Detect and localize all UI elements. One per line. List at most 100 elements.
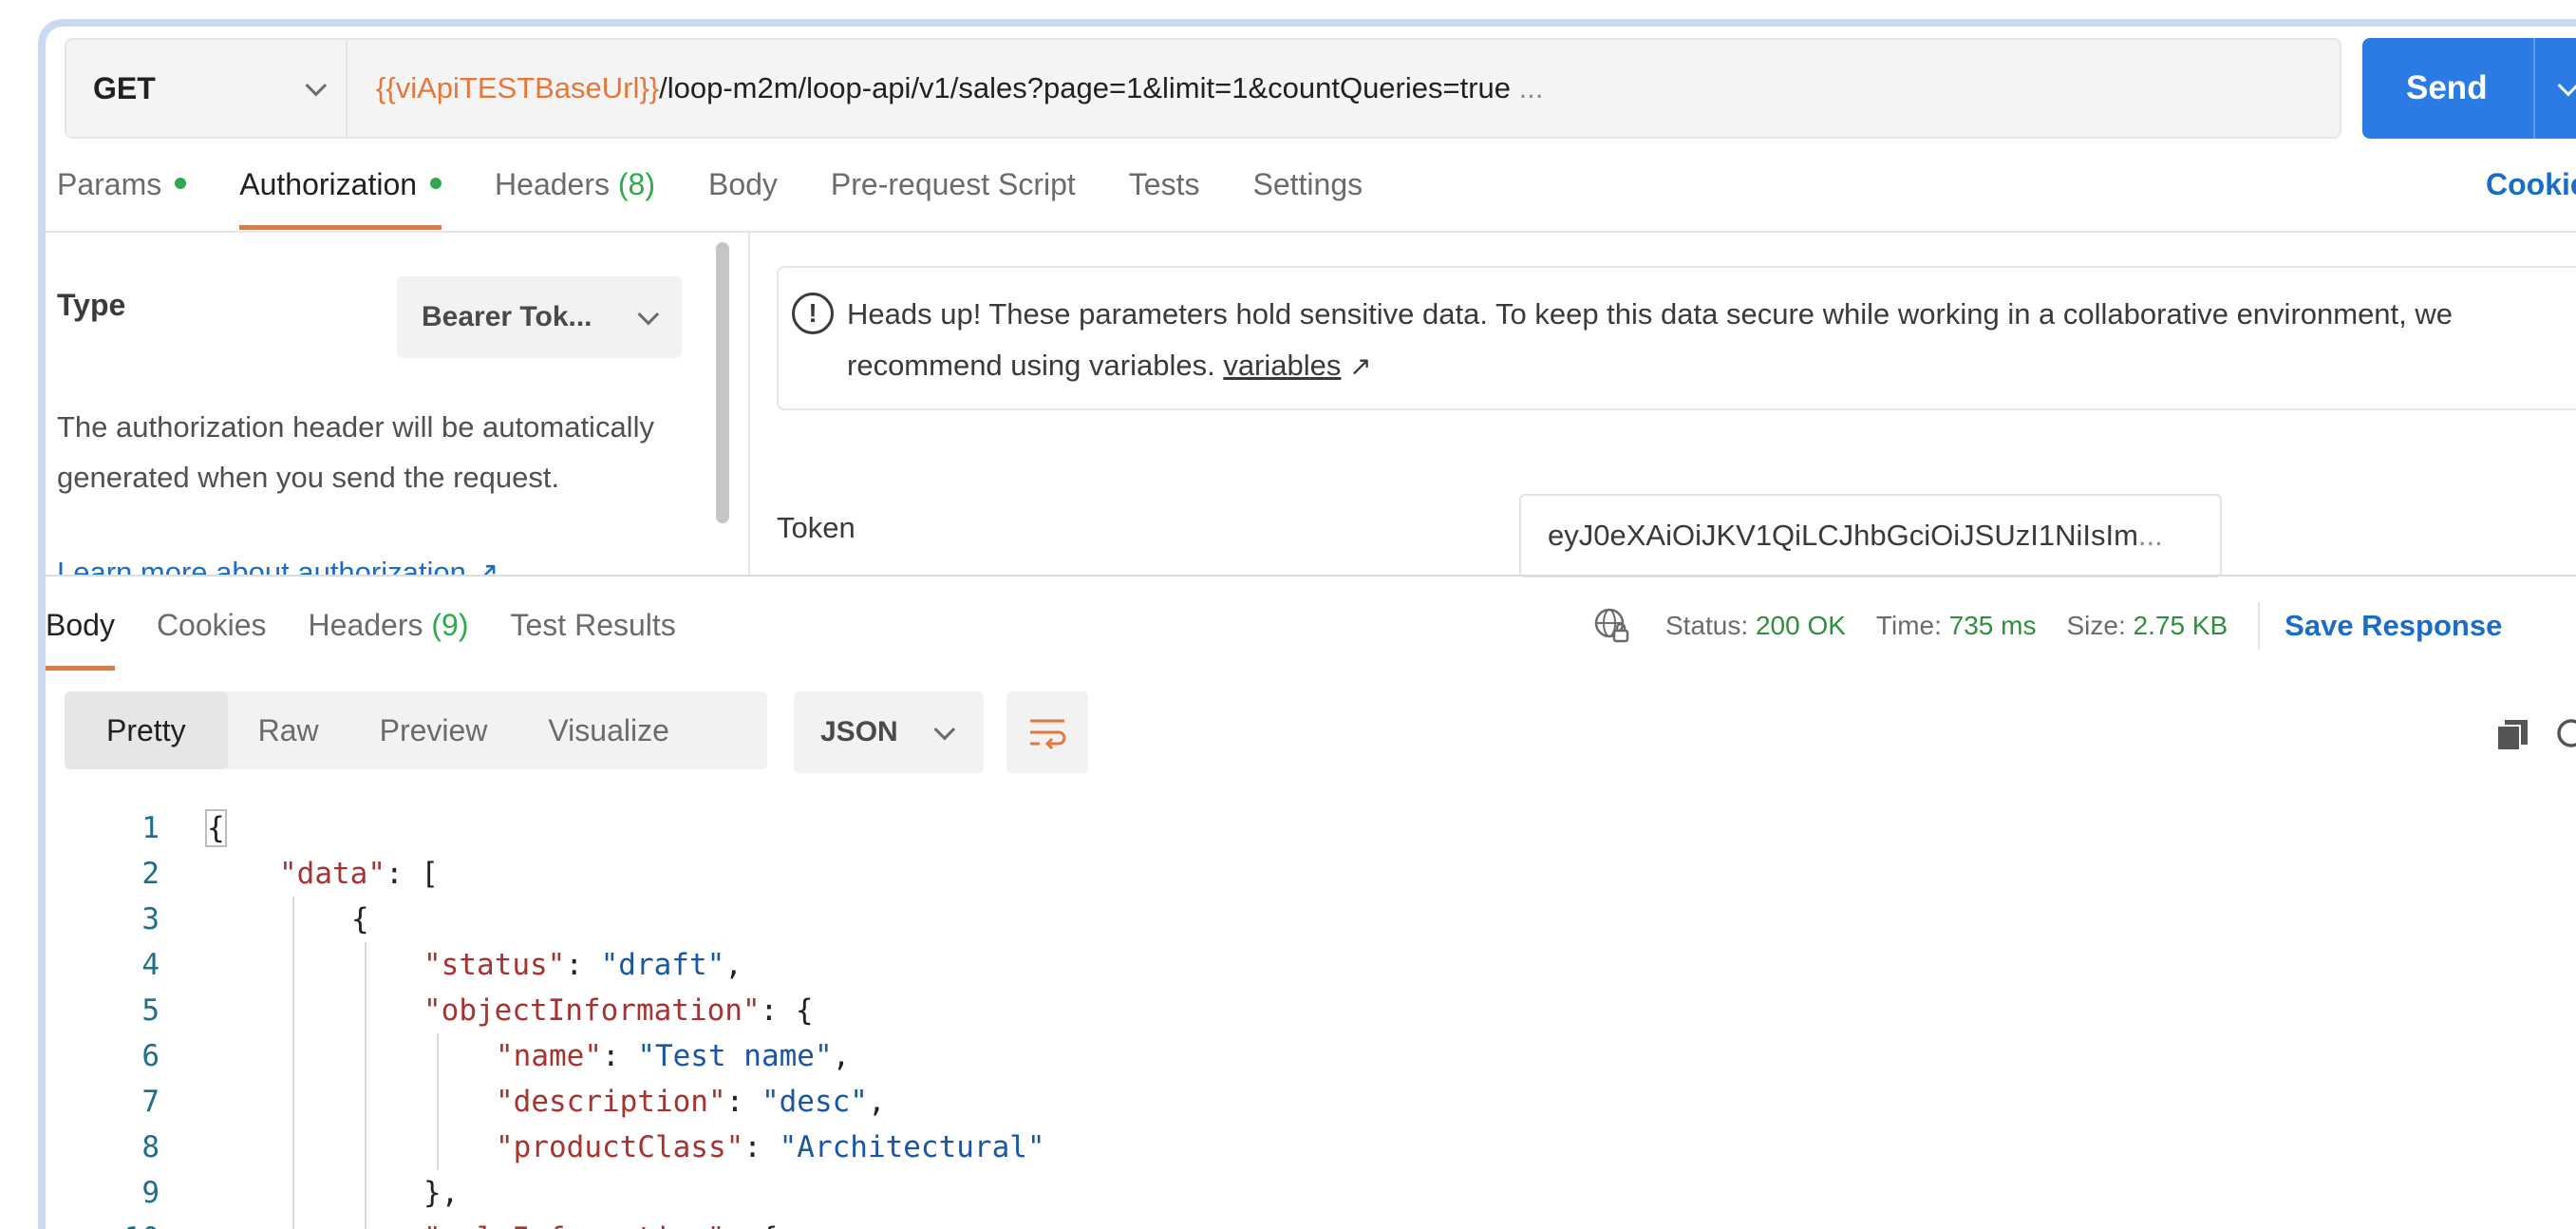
line-number: 10 bbox=[103, 1216, 160, 1229]
method-select[interactable]: GET bbox=[66, 40, 348, 137]
code-token: "description" bbox=[496, 1085, 726, 1119]
divider bbox=[748, 233, 750, 575]
url-variable: {{viApiTESTBaseUrl}} bbox=[376, 71, 660, 104]
tab-tests[interactable]: Tests bbox=[1129, 167, 1200, 230]
code-text: "saleInformation": { bbox=[423, 1216, 778, 1229]
view-pretty[interactable]: Pretty bbox=[65, 691, 228, 769]
external-link-icon: ↗ bbox=[1349, 351, 1372, 381]
tab-label: Params bbox=[57, 167, 162, 201]
code-line: 6 "name": "Test name", bbox=[46, 1033, 2576, 1079]
view-visualize[interactable]: Visualize bbox=[517, 691, 699, 769]
code-token: { bbox=[351, 902, 369, 936]
code-token: : bbox=[565, 948, 601, 982]
indent-guide bbox=[437, 1033, 439, 1170]
code-token: "status" bbox=[423, 948, 566, 982]
code-line: 4 "status": "draft", bbox=[46, 942, 2576, 988]
tab-headers[interactable]: Headers (8) bbox=[495, 167, 655, 230]
line-number: 3 bbox=[141, 902, 160, 936]
token-value: eyJ0eXAiOiJKV1QiLCJhbGciOiJSUzI1NiIsIm bbox=[1548, 519, 2138, 552]
auth-description: The authorization header will be automat… bbox=[57, 410, 654, 494]
code-line: 9}, bbox=[46, 1170, 2576, 1216]
tab-response-cookies[interactable]: Cookies bbox=[157, 608, 267, 671]
view-preview[interactable]: Preview bbox=[349, 691, 518, 769]
chevron-down-icon bbox=[2557, 74, 2576, 97]
code-line: 3{ bbox=[46, 897, 2576, 942]
code-line: 10 "saleInformation": { bbox=[46, 1216, 2576, 1229]
globe-lock-icon[interactable] bbox=[1593, 607, 1631, 645]
tab-label: Body bbox=[707, 167, 778, 201]
code-text: "description": "desc", bbox=[496, 1079, 886, 1125]
url-ellipsis: ... bbox=[1518, 71, 1544, 104]
line-number: 6 bbox=[141, 1039, 160, 1073]
request-tabs: Params Authorization Headers (8) Body Pr… bbox=[57, 167, 2576, 230]
code-text: "status": "draft", bbox=[423, 942, 743, 988]
tab-settings[interactable]: Settings bbox=[1252, 167, 1363, 230]
tab-response-body[interactable]: Body bbox=[46, 608, 115, 671]
sensitive-data-alert: ! Heads up! These parameters hold sensit… bbox=[777, 266, 2576, 410]
chevron-down-icon bbox=[933, 718, 956, 741]
code-token: : bbox=[743, 1130, 780, 1164]
tab-label: Headers bbox=[495, 167, 610, 201]
alert-message: Heads up! These parameters hold sensitiv… bbox=[847, 289, 2480, 392]
cookies-link[interactable]: Cookie bbox=[2486, 167, 2576, 202]
code-token: }, bbox=[423, 1176, 460, 1210]
tab-params[interactable]: Params bbox=[57, 167, 187, 230]
line-number: 7 bbox=[141, 1085, 160, 1119]
tab-response-headers[interactable]: Headers (9) bbox=[309, 608, 469, 671]
send-button[interactable]: Send bbox=[2362, 38, 2576, 139]
active-dot bbox=[430, 178, 442, 189]
alert-text: Heads up! These parameters hold sensitiv… bbox=[847, 297, 2454, 382]
format-select[interactable]: JSON bbox=[794, 691, 984, 773]
status-value: 200 OK bbox=[1755, 611, 1846, 640]
token-input[interactable]: eyJ0eXAiOiJKV1QiLCJhbGciOiJSUzI1NiIsIm..… bbox=[1519, 494, 2222, 577]
view-mode-segment: Pretty Raw Preview Visualize bbox=[65, 691, 767, 769]
size-value: 2.75 KB bbox=[2133, 611, 2228, 640]
code-token: "saleInformation" bbox=[423, 1221, 724, 1229]
code-text: }, bbox=[423, 1170, 459, 1216]
time-value: 735 ms bbox=[1948, 611, 2037, 640]
active-dot bbox=[175, 178, 187, 189]
code-text: "name": "Test name", bbox=[496, 1033, 850, 1079]
code-line: 2 "data": [ bbox=[46, 851, 2576, 897]
url-path: /loop-m2m/loop-api/v1/sales?page=1&limit… bbox=[659, 71, 1512, 104]
tab-label: Cookies bbox=[156, 608, 267, 642]
line-number: 9 bbox=[141, 1176, 160, 1210]
code-token: "Architectural" bbox=[779, 1130, 1045, 1164]
tab-label: Settings bbox=[1252, 167, 1363, 201]
search-icon[interactable] bbox=[2554, 716, 2576, 754]
code-token: "Test name" bbox=[637, 1039, 833, 1073]
code-token: "name" bbox=[496, 1039, 602, 1073]
scrollbar[interactable] bbox=[716, 242, 729, 523]
tab-pre-request-script[interactable]: Pre-request Script bbox=[831, 167, 1076, 230]
code-token: "draft" bbox=[600, 948, 725, 982]
line-number: 4 bbox=[141, 948, 160, 982]
close-icon[interactable] bbox=[2571, 293, 2576, 334]
code-line: 1{ bbox=[46, 805, 2576, 851]
send-options-button[interactable] bbox=[2533, 38, 2576, 139]
line-number: 2 bbox=[141, 857, 160, 891]
tab-authorization[interactable]: Authorization bbox=[239, 167, 442, 230]
code-text: "productClass": "Architectural" bbox=[496, 1125, 1045, 1170]
code-token: , bbox=[832, 1039, 851, 1073]
variables-link[interactable]: variables bbox=[1223, 349, 1341, 382]
code-text: "data": [ bbox=[279, 851, 439, 897]
tab-body[interactable]: Body bbox=[708, 167, 778, 230]
copy-icon[interactable] bbox=[2495, 718, 2529, 752]
code-token: : { bbox=[760, 993, 814, 1028]
response-meta: Status: 200 OK Time: 735 ms Size: 2.75 K… bbox=[1593, 602, 2502, 650]
auth-type-value: Bearer Tok... bbox=[422, 301, 592, 332]
response-tabs: Body Cookies Headers (9) Test Results bbox=[46, 608, 718, 671]
chevron-down-icon bbox=[637, 303, 660, 326]
wrap-lines-icon bbox=[1030, 719, 1066, 749]
word-wrap-button[interactable] bbox=[1006, 691, 1088, 773]
view-raw[interactable]: Raw bbox=[228, 691, 349, 769]
url-input[interactable]: {{viApiTESTBaseUrl}}/loop-m2m/loop-api/v… bbox=[348, 71, 2340, 105]
code-line: 7 "description": "desc", bbox=[46, 1079, 2576, 1125]
save-response-button[interactable]: Save Response bbox=[2285, 609, 2502, 643]
tab-test-results[interactable]: Test Results bbox=[511, 608, 676, 671]
code-token: : bbox=[725, 1085, 762, 1119]
line-number: 1 bbox=[141, 811, 160, 845]
learn-more-link[interactable]: Learn more about authorization ↗ bbox=[57, 556, 498, 575]
code-text: { bbox=[351, 897, 369, 942]
auth-type-select[interactable]: Bearer Tok... bbox=[397, 276, 682, 358]
